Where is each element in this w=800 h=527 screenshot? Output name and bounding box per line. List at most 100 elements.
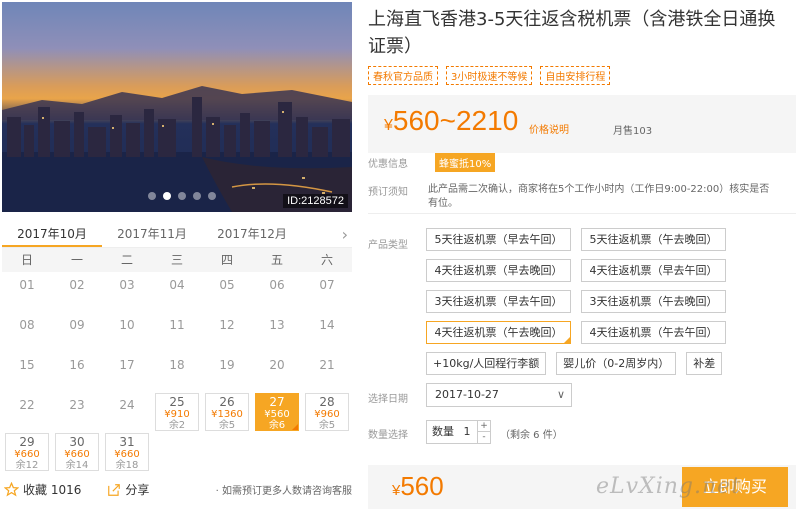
quantity-field[interactable]: 数量 1 xyxy=(426,420,478,444)
calendar-day: 21 xyxy=(302,352,352,392)
left-column: ID:2128572 2017年10月 2017年11月 2017年12月 › 日 一 二… xyxy=(0,0,354,527)
calendar-day: 08 xyxy=(2,312,52,352)
price-range-value: 560~2210 xyxy=(392,105,519,136)
monthly-sales: 月售103 xyxy=(613,126,653,137)
weekday-label: 三 xyxy=(170,253,183,267)
calendar-day: 24 xyxy=(102,392,152,432)
product-option[interactable]: 3天往返机票（午去晚回） xyxy=(581,290,726,313)
product-type-options: 5天往返机票（早去午回） 5天往返机票（午去晚回） 4天往返机票（早去晚回） 4天往返… xyxy=(426,228,796,375)
calendar-day[interactable]: 29 ¥660 余12 xyxy=(5,433,49,471)
calendar-day: 04 xyxy=(152,272,202,312)
day-remaining: 余6 xyxy=(268,420,286,431)
weekday-label: 五 xyxy=(270,253,283,267)
weekday-header: 日一二三四五六 xyxy=(2,248,352,272)
day-number: 19 xyxy=(219,358,235,372)
calendar-day: 09 xyxy=(52,312,102,352)
calendar-day: 11 xyxy=(152,312,202,352)
stock-remaining: （剩余 6 件） xyxy=(500,430,563,441)
day-number: 29 xyxy=(19,435,35,449)
day-number: 14 xyxy=(319,318,335,332)
chevron-down-icon: ∨ xyxy=(556,388,565,401)
calendar-day: 19 xyxy=(202,352,252,392)
carousel-dot[interactable] xyxy=(148,192,156,200)
product-option[interactable]: 婴儿价（0-2周岁内） xyxy=(556,352,677,375)
date-value: 2017-10-27 xyxy=(435,388,499,401)
product-panel: 上海直飞香港3-5天往返含税机票（含港铁全日通换证票） 春秋官方品质 3小时极速不… xyxy=(368,0,800,509)
weekday-label: 日 xyxy=(20,253,33,267)
day-number: 01 xyxy=(19,278,35,292)
calendar-day: 10 xyxy=(102,312,152,352)
calendar-day[interactable]: 31 ¥660 余18 xyxy=(105,433,149,471)
chevron-right-icon[interactable]: › xyxy=(342,225,348,244)
currency-symbol: ¥ xyxy=(384,117,393,134)
carousel-dot[interactable] xyxy=(208,192,216,200)
date-select[interactable]: 2017-10-27 ∨ xyxy=(426,383,572,407)
product-option[interactable]: 5天往返机票（早去午回） xyxy=(426,228,571,251)
day-number: 18 xyxy=(169,358,185,372)
decrement-button[interactable]: - xyxy=(478,432,490,443)
calendar-day[interactable]: 27 ¥560 余6 xyxy=(255,393,299,431)
carousel-dot[interactable] xyxy=(163,192,171,200)
product-option[interactable]: 4天往返机票（早去午回） xyxy=(581,259,726,282)
calendar-day: 02 xyxy=(52,272,102,312)
feature-tag: 自由安排行程 xyxy=(540,66,611,85)
month-tab[interactable]: 2017年10月 xyxy=(2,222,102,247)
product-option[interactable]: 5天往返机票（午去晚回） xyxy=(581,228,726,251)
quantity-label: 数量选择 xyxy=(368,430,408,441)
day-number: 27 xyxy=(269,395,285,409)
calendar-day: 07 xyxy=(302,272,352,312)
day-number: 24 xyxy=(119,398,135,412)
site-watermark: eLvXing.net xyxy=(596,474,742,499)
calendar-day: 16 xyxy=(52,352,102,392)
calendar-day: 23 xyxy=(52,392,102,432)
product-option[interactable]: 补差 xyxy=(686,352,723,375)
day-number: 20 xyxy=(269,358,285,372)
weekday-label: 一 xyxy=(70,253,83,267)
product-title: 上海直飞香港3-5天往返含税机票（含港铁全日通换证票） xyxy=(368,9,776,57)
day-number: 16 xyxy=(69,358,85,372)
carousel-dot[interactable] xyxy=(178,192,186,200)
day-price: ¥560 xyxy=(264,409,290,420)
calendar-day[interactable]: 28 ¥960 余5 xyxy=(305,393,349,431)
quantity-value: 1 xyxy=(463,425,471,438)
feature-tag: 3小时极速不等候 xyxy=(446,66,533,85)
month-tab[interactable]: 2017年11月 xyxy=(102,222,202,247)
price-note-link[interactable]: 价格说明 xyxy=(529,121,569,136)
quantity-text: 数量 xyxy=(432,425,454,438)
product-option[interactable]: 4天往返机票（早去晚回） xyxy=(426,259,571,282)
share-button[interactable]: 分享 xyxy=(107,481,149,498)
product-option[interactable]: 3天往返机票（早去午回） xyxy=(426,290,571,313)
product-option[interactable]: 4天往返机票（午去午回） xyxy=(581,321,726,344)
product-option[interactable]: +10kg/人回程行李额 xyxy=(426,352,547,375)
month-tab[interactable]: 2017年12月 xyxy=(202,222,302,247)
calendar-day[interactable]: 25 ¥910 余2 xyxy=(155,393,199,431)
quantity-stepper[interactable]: + - xyxy=(478,420,491,444)
calendar-day: 18 xyxy=(152,352,202,392)
star-icon xyxy=(4,482,19,497)
carousel-dots xyxy=(148,192,216,200)
weekday-label: 二 xyxy=(120,253,133,267)
month-tabs: 2017年10月 2017年11月 2017年12月 › xyxy=(2,222,352,248)
favorite-label: 收藏 1016 xyxy=(23,483,82,497)
day-number: 31 xyxy=(119,435,135,449)
day-remaining: 余14 xyxy=(65,460,89,471)
product-photo[interactable]: ID:2128572 xyxy=(2,2,352,212)
booking-notice: 预订须知 此产品需二次确认，商家将在5个工作小时内（工作日9:00-22:00）… xyxy=(368,183,800,211)
day-number: 12 xyxy=(219,318,235,332)
weekday-label: 四 xyxy=(220,253,233,267)
calendar-day[interactable]: 30 ¥660 余14 xyxy=(55,433,99,471)
product-option[interactable]: 4天往返机票（午去晚回） xyxy=(426,321,571,344)
increment-button[interactable]: + xyxy=(478,421,490,432)
calendar-day: 17 xyxy=(102,352,152,392)
favorite-button[interactable]: 收藏 1016 xyxy=(4,481,81,498)
day-remaining: 余18 xyxy=(115,460,139,471)
calendar-day: 03 xyxy=(102,272,152,312)
final-price-value: 560 xyxy=(400,471,444,501)
day-price: ¥960 xyxy=(314,409,340,420)
photo-id-label: ID:2128572 xyxy=(283,194,348,208)
notice-label: 预订须知 xyxy=(368,187,408,198)
calendar-day: 05 xyxy=(202,272,252,312)
carousel-dot[interactable] xyxy=(193,192,201,200)
day-number: 17 xyxy=(119,358,135,372)
calendar-day[interactable]: 26 ¥1360 余5 xyxy=(205,393,249,431)
